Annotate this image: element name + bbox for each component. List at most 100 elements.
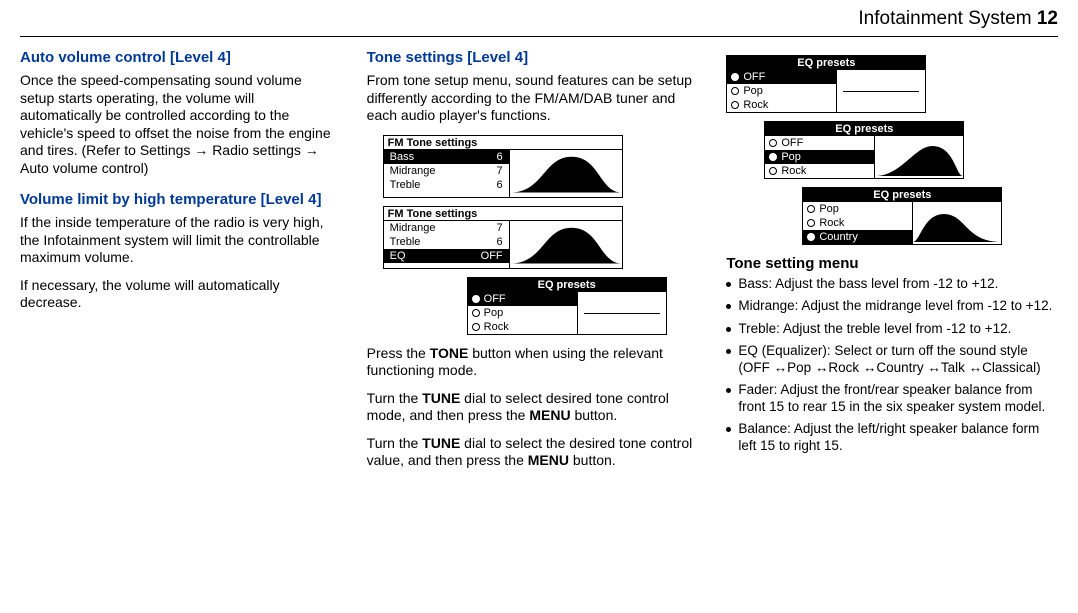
para-volume-limit-1: If the inside temperature of the radio i… [20,214,339,267]
eq-options: OFFPopRock [765,136,875,178]
radio-icon [472,309,480,317]
radio-icon [472,323,480,331]
radio-icon [731,101,739,109]
figure-fm-tone-1: FM Tone settings Bass6Midrange7Treble6 [383,135,623,198]
page-number: 12 [1037,8,1058,29]
eq-option: Country [803,230,912,244]
radio-icon [769,167,777,175]
figure-curve [510,221,622,268]
bold-tone: TONE [430,345,469,361]
figure-title: FM Tone settings [384,207,622,221]
eq-option: Rock [727,98,836,112]
eq-option: Pop [468,306,577,320]
figure-title: FM Tone settings [384,136,622,150]
eq-option-label: OFF [781,136,803,150]
eq-option-label: Rock [743,98,768,112]
eq-curve [875,136,963,178]
bold-tune: TUNE [422,435,460,451]
list-item: EQ (Equalizer): Select or turn off the s… [726,343,1058,376]
eq-option-label: OFF [484,292,506,306]
eq-option-label: Pop [743,84,763,98]
column-1: Auto volume control [Level 4] Once the s… [20,49,339,480]
eq-option: Pop [765,150,874,164]
section-title: Infotainment System [858,8,1031,29]
figure-eq-presets-3: EQ presetsPopRockCountry [802,187,1002,245]
figure-curve [510,150,622,197]
para-tone-2: Press the TONE button when using the rel… [367,345,699,380]
para-auto-volume: Once the speed-compensating sound volume… [20,72,339,177]
list-item: Treble: Adjust the treble level from -12… [726,321,1058,337]
figure-rows: Midrange7Treble6EQOFF [384,221,510,268]
heading-tone-settings: Tone settings [Level 4] [367,49,699,66]
eq-option-label: Rock [781,164,806,178]
list-item: Fader: Adjust the front/rear speaker bal… [726,382,1058,415]
figure-fm-tone-2: FM Tone settings Midrange7Treble6EQOFF [383,206,623,269]
radio-icon [731,87,739,95]
eq-curve [578,292,666,334]
radio-icon [731,73,739,81]
header-rule [20,36,1058,37]
eq-options: OFFPopRock [727,70,837,112]
figure-row: Midrange7 [384,221,509,235]
figure-group-tone: FM Tone settings Bass6Midrange7Treble6 F… [383,135,699,335]
text: button. [569,452,616,468]
para-tone-3: Turn the TUNE dial to select desired ton… [367,390,699,425]
bold-menu: MENU [529,407,570,423]
column-3: EQ presetsOFFPopRock EQ presetsOFFPopRoc… [726,49,1058,480]
text: Turn the [367,435,423,451]
list-item: Balance: Adjust the left/right speaker b… [726,421,1058,454]
figure-title: EQ presets [803,188,1001,202]
figure-group-eq: EQ presetsOFFPopRock EQ presetsOFFPopRoc… [726,55,1058,245]
eq-option-label: Pop [819,202,839,216]
bold-tune: TUNE [422,390,460,406]
eq-options: OFFPopRock [468,292,578,334]
eq-options: PopRockCountry [803,202,913,244]
eq-option: OFF [727,70,836,84]
eq-option-label: Country [819,230,858,244]
eq-option-label: Pop [781,150,801,164]
eq-option: OFF [468,292,577,306]
eq-option: Rock [803,216,912,230]
para-volume-limit-2: If necessary, the volume will automatica… [20,277,339,312]
eq-option-label: Rock [819,216,844,230]
figure-row: Midrange7 [384,164,509,178]
radio-icon [769,153,777,161]
eq-option-label: Pop [484,306,504,320]
text: Press the [367,345,430,361]
text: button. [571,407,618,423]
page-header: Infotainment System 12 [0,0,1078,36]
figure-title: EQ presets [468,278,666,292]
subheading-tone-menu: Tone setting menu [726,255,1058,272]
bold-menu: MENU [528,452,569,468]
figure-title: EQ presets [727,56,925,70]
para-tone-4: Turn the TUNE dial to select the desired… [367,435,699,470]
heading-auto-volume: Auto volume control [Level 4] [20,49,339,66]
radio-icon [807,219,815,227]
eq-option-label: Rock [484,320,509,334]
radio-icon [472,295,480,303]
eq-curve [837,70,925,112]
figure-row: Treble6 [384,178,509,192]
eq-option: Rock [468,320,577,334]
eq-option: Rock [765,164,874,178]
column-2: Tone settings [Level 4] From tone setup … [367,49,699,480]
tone-menu-list: Bass: Adjust the bass level from -12 to … [726,276,1058,454]
figure-rows: Bass6Midrange7Treble6 [384,150,510,197]
columns: Auto volume control [Level 4] Once the s… [0,49,1078,480]
eq-curve [913,202,1001,244]
eq-option: Pop [803,202,912,216]
eq-option-label: OFF [743,70,765,84]
radio-icon [807,205,815,213]
radio-icon [807,233,815,241]
list-item: Bass: Adjust the bass level from -12 to … [726,276,1058,292]
figure-eq-presets: EQ presetsOFFPopRock [467,277,667,335]
radio-icon [769,139,777,147]
figure-title: EQ presets [765,122,963,136]
eq-option: Pop [727,84,836,98]
figure-row: Bass6 [384,150,509,164]
figure-row: EQOFF [384,249,509,263]
eq-option: OFF [765,136,874,150]
figure-eq-presets-1: EQ presetsOFFPopRock [726,55,926,113]
para-tone-1: From tone setup menu, sound features can… [367,72,699,125]
list-item: Midrange: Adjust the midrange level from… [726,298,1058,314]
